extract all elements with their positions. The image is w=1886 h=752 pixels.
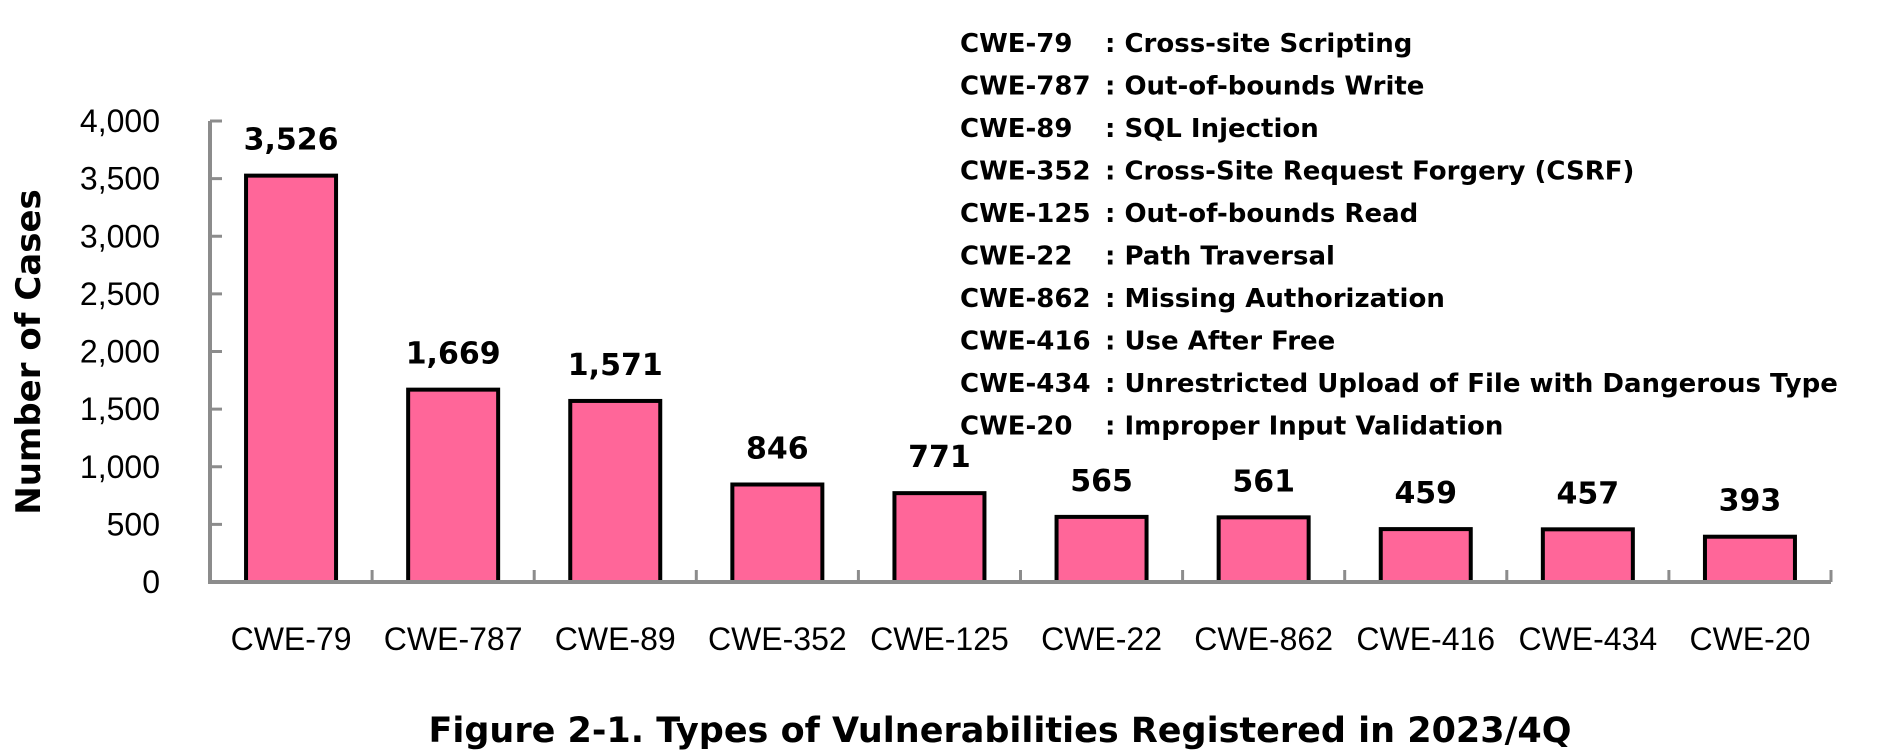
legend-desc-cwe-20: : Improper Input Validation xyxy=(1105,412,1503,442)
y-axis-title: Number of Cases xyxy=(9,189,49,515)
legend-code-cwe-22: CWE-22 xyxy=(960,242,1073,272)
y-tick-label-4000: 4,000 xyxy=(80,103,160,139)
x-tick-label-cwe-20: CWE-20 xyxy=(1689,621,1810,657)
data-label-cwe-79: 3,526 xyxy=(244,123,339,158)
legend-code-cwe-89: CWE-89 xyxy=(960,114,1073,144)
legend-desc-cwe-22: : Path Traversal xyxy=(1105,242,1335,272)
bar-chart: CWE-79 : Cross-site Scripting CWE-787 : Out… xyxy=(9,29,1838,751)
y-tick-label-2500: 2,500 xyxy=(80,276,160,312)
legend-code-cwe-352: CWE-352 xyxy=(960,157,1091,187)
y-tick-label-2000: 2,000 xyxy=(80,334,160,370)
data-label-cwe-862: 561 xyxy=(1232,464,1295,499)
y-tick-label-3500: 3,500 xyxy=(80,161,160,197)
legend-code-cwe-434: CWE-434 xyxy=(960,369,1091,399)
data-label-cwe-416: 459 xyxy=(1394,476,1457,511)
chart-title: Figure 2-1. Types of Vulnerabilities Reg… xyxy=(428,711,1571,751)
x-tick-label-cwe-787: CWE-787 xyxy=(384,621,523,657)
legend-code-cwe-862: CWE-862 xyxy=(960,284,1091,314)
y-tick-label-1000: 1,000 xyxy=(80,449,160,485)
data-label-cwe-352: 846 xyxy=(746,431,809,466)
legend-desc-cwe-125: : Out-of-bounds Read xyxy=(1105,199,1418,229)
x-tick-label-cwe-22: CWE-22 xyxy=(1041,621,1162,657)
legend-desc-cwe-434: : Unrestricted Upload of File with Dange… xyxy=(1105,369,1838,399)
bar-cwe-434 xyxy=(1540,527,1635,584)
legend-code-cwe-125: CWE-125 xyxy=(960,199,1091,229)
legend-code-cwe-20: CWE-20 xyxy=(960,412,1073,442)
y-tick-label-0: 0 xyxy=(142,564,160,600)
x-tick-label-cwe-434: CWE-434 xyxy=(1518,621,1657,657)
legend-desc-cwe-416: : Use After Free xyxy=(1105,327,1335,357)
data-label-cwe-20: 393 xyxy=(1719,484,1782,519)
x-tick-label-cwe-89: CWE-89 xyxy=(555,621,676,657)
data-label-cwe-22: 565 xyxy=(1070,464,1133,499)
legend-desc-cwe-787: : Out-of-bounds Write xyxy=(1105,72,1424,102)
y-tick-label-3000: 3,000 xyxy=(80,218,160,254)
legend: CWE-79 : Cross-site Scripting CWE-787 : Out… xyxy=(960,29,1838,442)
bar-cwe-89 xyxy=(568,398,663,585)
bar-cwe-352 xyxy=(730,482,825,585)
y-tick-label-1500: 1,500 xyxy=(80,391,160,427)
legend-desc-cwe-352: : Cross-Site Request Forgery (CSRF) xyxy=(1105,157,1634,187)
data-label-cwe-787: 1,669 xyxy=(406,337,501,372)
bar-cwe-416 xyxy=(1378,527,1473,584)
data-label-cwe-125: 771 xyxy=(908,440,971,475)
bar-cwe-22 xyxy=(1054,514,1149,584)
x-tick-label-cwe-416: CWE-416 xyxy=(1356,621,1495,657)
bar-cwe-125 xyxy=(892,491,987,584)
bar-cwe-79 xyxy=(244,173,339,584)
legend-code-cwe-416: CWE-416 xyxy=(960,327,1091,357)
data-label-cwe-89: 1,571 xyxy=(568,348,663,383)
x-tick-label-cwe-862: CWE-862 xyxy=(1194,621,1333,657)
legend-desc-cwe-862: : Missing Authorization xyxy=(1105,284,1445,314)
data-label-cwe-434: 457 xyxy=(1557,476,1620,511)
legend-code-cwe-79: CWE-79 xyxy=(960,29,1073,59)
bar-cwe-787 xyxy=(406,387,501,584)
bar-cwe-20 xyxy=(1702,534,1797,584)
x-tick-label-cwe-125: CWE-125 xyxy=(870,621,1009,657)
x-tick-label-cwe-79: CWE-79 xyxy=(231,621,352,657)
x-tick-label-cwe-352: CWE-352 xyxy=(708,621,847,657)
legend-desc-cwe-89: : SQL Injection xyxy=(1105,114,1319,144)
legend-desc-cwe-79: : Cross-site Scripting xyxy=(1105,29,1412,59)
bar-cwe-862 xyxy=(1216,515,1311,584)
legend-code-cwe-787: CWE-787 xyxy=(960,72,1091,102)
y-tick-label-500: 500 xyxy=(107,506,160,542)
